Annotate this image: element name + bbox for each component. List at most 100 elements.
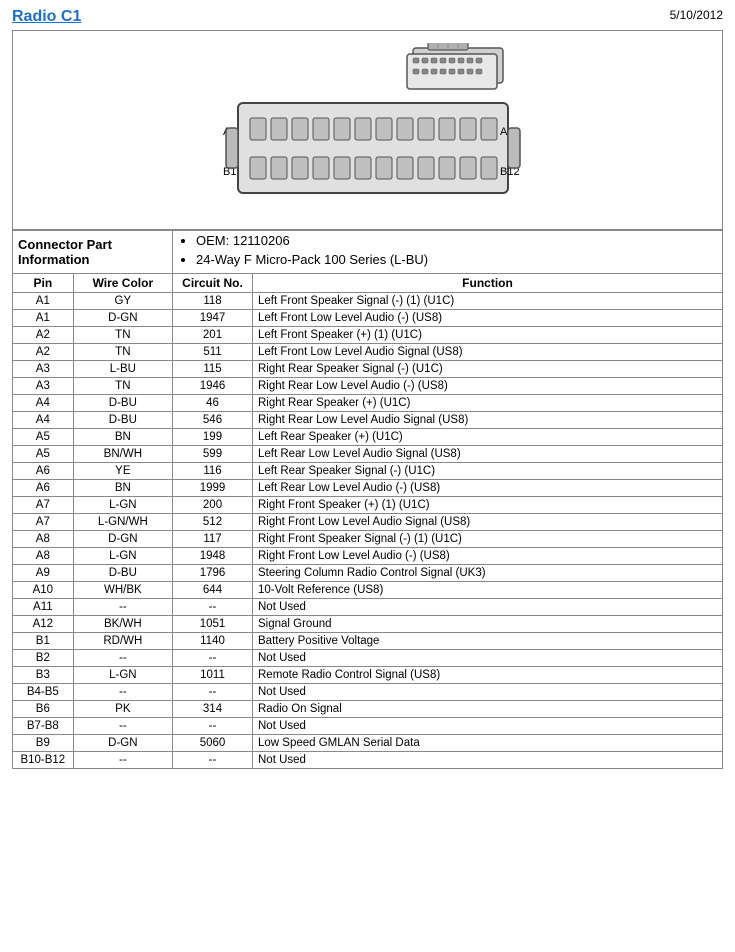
- cell-pin: B4-B5: [13, 684, 74, 701]
- cell-pin: A1: [13, 293, 74, 310]
- cell-circuit: 5060: [173, 735, 253, 752]
- cell-circuit: 118: [173, 293, 253, 310]
- cell-pin: A5: [13, 429, 74, 446]
- table-row: B6 PK 314 Radio On Signal: [13, 701, 723, 718]
- connector-series: 24-Way F Micro-Pack 100 Series (L-BU): [196, 252, 717, 267]
- cell-circuit: 1796: [173, 565, 253, 582]
- cell-wire: D-BU: [73, 395, 172, 412]
- cell-circuit: 1140: [173, 633, 253, 650]
- table-row: B3 L-GN 1011 Remote Radio Control Signal…: [13, 667, 723, 684]
- table-row: A7 L-GN 200 Right Front Speaker (+) (1) …: [13, 497, 723, 514]
- cell-function: Not Used: [253, 718, 723, 735]
- cell-function: Remote Radio Control Signal (US8): [253, 667, 723, 684]
- cell-wire: D-GN: [73, 531, 172, 548]
- cell-circuit: --: [173, 718, 253, 735]
- cell-wire: L-GN: [73, 548, 172, 565]
- cell-function: Right Front Low Level Audio (-) (US8): [253, 548, 723, 565]
- cell-wire: --: [73, 599, 172, 616]
- table-row: B4-B5 -- -- Not Used: [13, 684, 723, 701]
- header-circuit: Circuit No.: [173, 274, 253, 293]
- connector-info-row: Connector Part Information OEM: 12110206…: [13, 231, 723, 274]
- cell-function: Not Used: [253, 684, 723, 701]
- cell-circuit: 1948: [173, 548, 253, 565]
- cell-function: Right Rear Speaker Signal (-) (U1C): [253, 361, 723, 378]
- cell-pin: B10-B12: [13, 752, 74, 769]
- cell-pin: B3: [13, 667, 74, 684]
- table-row: A1 D-GN 1947 Left Front Low Level Audio …: [13, 310, 723, 327]
- cell-circuit: 46: [173, 395, 253, 412]
- table-row: A5 BN 199 Left Rear Speaker (+) (U1C): [13, 429, 723, 446]
- table-row: B10-B12 -- -- Not Used: [13, 752, 723, 769]
- cell-wire: TN: [73, 378, 172, 395]
- connector-info-label: Connector Part Information: [18, 237, 112, 267]
- table-row: A2 TN 511 Left Front Low Level Audio Sig…: [13, 344, 723, 361]
- cell-circuit: 117: [173, 531, 253, 548]
- cell-function: Not Used: [253, 650, 723, 667]
- table-row: A7 L-GN/WH 512 Right Front Low Level Aud…: [13, 514, 723, 531]
- cell-circuit: 115: [173, 361, 253, 378]
- cell-function: Left Front Low Level Audio Signal (US8): [253, 344, 723, 361]
- cell-wire: RD/WH: [73, 633, 172, 650]
- table-row: B9 D-GN 5060 Low Speed GMLAN Serial Data: [13, 735, 723, 752]
- cell-function: Right Front Speaker Signal (-) (1) (U1C): [253, 531, 723, 548]
- cell-pin: A5: [13, 446, 74, 463]
- cell-function: Left Front Low Level Audio (-) (US8): [253, 310, 723, 327]
- table-row: A4 D-BU 46 Right Rear Speaker (+) (U1C): [13, 395, 723, 412]
- cell-function: Right Rear Speaker (+) (U1C): [253, 395, 723, 412]
- oem-cell: OEM: 12110206 24-Way F Micro-Pack 100 Se…: [173, 231, 723, 274]
- cell-circuit: 199: [173, 429, 253, 446]
- cell-function: Right Rear Low Level Audio Signal (US8): [253, 412, 723, 429]
- table-row: A4 D-BU 546 Right Rear Low Level Audio S…: [13, 412, 723, 429]
- cell-function: Radio On Signal: [253, 701, 723, 718]
- cell-circuit: --: [173, 752, 253, 769]
- table-row: A6 YE 116 Left Rear Speaker Signal (-) (…: [13, 463, 723, 480]
- cell-circuit: 1051: [173, 616, 253, 633]
- cell-circuit: --: [173, 599, 253, 616]
- cell-pin: B6: [13, 701, 74, 718]
- cell-pin: A2: [13, 327, 74, 344]
- cell-wire: BN: [73, 429, 172, 446]
- cell-pin: A1: [13, 310, 74, 327]
- cell-circuit: 512: [173, 514, 253, 531]
- cell-wire: --: [73, 752, 172, 769]
- cell-pin: B7-B8: [13, 718, 74, 735]
- table-row: A8 L-GN 1948 Right Front Low Level Audio…: [13, 548, 723, 565]
- table-row: A3 TN 1946 Right Rear Low Level Audio (-…: [13, 378, 723, 395]
- cell-function: Left Rear Speaker (+) (U1C): [253, 429, 723, 446]
- header-wire: Wire Color: [73, 274, 172, 293]
- cell-pin: A7: [13, 497, 74, 514]
- cell-function: Left Front Speaker (+) (1) (U1C): [253, 327, 723, 344]
- oem-number: OEM: 12110206: [196, 233, 717, 248]
- cell-circuit: --: [173, 684, 253, 701]
- page: Radio C1 5/10/2012: [0, 0, 735, 777]
- cell-wire: BN/WH: [73, 446, 172, 463]
- cell-circuit: 1946: [173, 378, 253, 395]
- cell-wire: PK: [73, 701, 172, 718]
- cell-pin: B1: [13, 633, 74, 650]
- cell-function: Left Rear Low Level Audio (-) (US8): [253, 480, 723, 497]
- cell-wire: D-BU: [73, 412, 172, 429]
- cell-circuit: 1947: [173, 310, 253, 327]
- cell-function: Steering Column Radio Control Signal (UK…: [253, 565, 723, 582]
- cell-function: Low Speed GMLAN Serial Data: [253, 735, 723, 752]
- cell-circuit: 201: [173, 327, 253, 344]
- cell-function: 10-Volt Reference (US8): [253, 582, 723, 599]
- connector-svg: A1 A12 B1: [208, 43, 528, 218]
- table-header-row: Pin Wire Color Circuit No. Function: [13, 274, 723, 293]
- cell-pin: A4: [13, 395, 74, 412]
- cell-wire: L-BU: [73, 361, 172, 378]
- cell-wire: L-GN/WH: [73, 514, 172, 531]
- cell-wire: TN: [73, 344, 172, 361]
- cell-wire: D-BU: [73, 565, 172, 582]
- cell-circuit: 546: [173, 412, 253, 429]
- table-row: A3 L-BU 115 Right Rear Speaker Signal (-…: [13, 361, 723, 378]
- page-date: 5/10/2012: [670, 8, 723, 22]
- cell-wire: GY: [73, 293, 172, 310]
- cell-wire: TN: [73, 327, 172, 344]
- cell-circuit: 511: [173, 344, 253, 361]
- cell-wire: D-GN: [73, 310, 172, 327]
- cell-function: Right Rear Low Level Audio (-) (US8): [253, 378, 723, 395]
- cell-circuit: 200: [173, 497, 253, 514]
- cell-circuit: 1999: [173, 480, 253, 497]
- table-row: A10 WH/BK 644 10-Volt Reference (US8): [13, 582, 723, 599]
